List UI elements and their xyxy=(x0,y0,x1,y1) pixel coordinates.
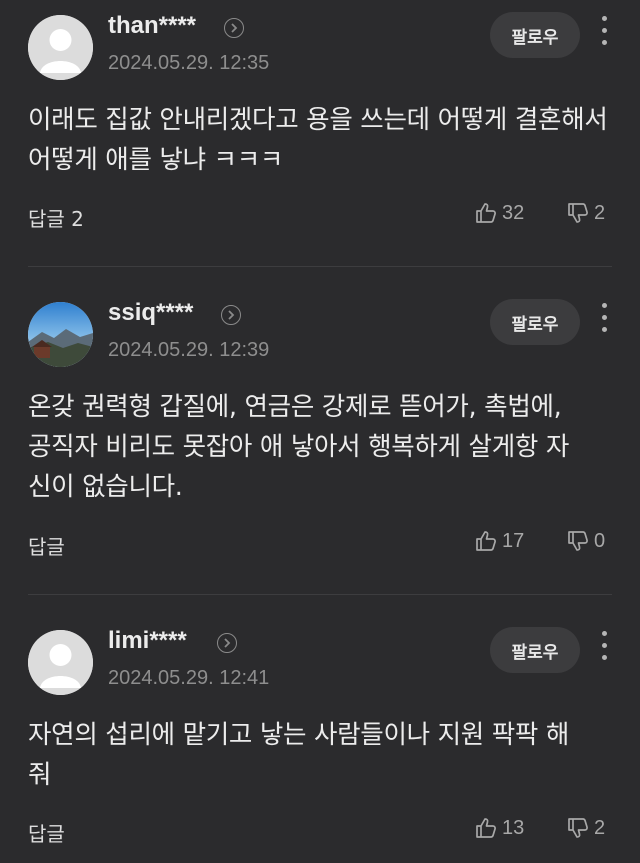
more-options-icon[interactable] xyxy=(596,303,614,337)
like-count: 13 xyxy=(502,816,525,839)
more-options-icon[interactable] xyxy=(596,631,614,665)
comment-text: 온갖 권력형 갑질에, 연금은 강제로 뜯어가, 촉법에, 공직자 비리도 못잡… xyxy=(28,392,570,502)
username[interactable]: limi**** xyxy=(108,627,187,655)
landscape-photo xyxy=(28,302,93,367)
follow-button[interactable]: 팔로우 xyxy=(490,627,580,673)
reply-button[interactable]: 답글 xyxy=(28,531,65,560)
dislike-count: 2 xyxy=(594,201,606,224)
divider xyxy=(28,594,612,595)
avatar[interactable] xyxy=(28,630,93,695)
default-person-icon xyxy=(28,630,93,695)
username[interactable]: ssiq**** xyxy=(108,299,193,327)
comment-text: 이래도 집값 안내리겠다고 용을 쓰는데 어떻게 결혼해서 어떻게 애를 낳냐 … xyxy=(28,105,608,175)
username[interactable]: than**** xyxy=(108,12,196,40)
comment-timestamp: 2024.05.29. 12:35 xyxy=(108,52,270,74)
follow-button[interactable]: 팔로우 xyxy=(490,299,580,345)
thumbs-up-icon xyxy=(476,531,496,551)
reply-button[interactable]: 답글 2 xyxy=(28,203,84,232)
comment-timestamp: 2024.05.29. 12:39 xyxy=(108,339,270,361)
thumbs-down-icon xyxy=(568,531,588,551)
like-count: 32 xyxy=(502,201,525,224)
default-person-icon xyxy=(28,15,93,80)
dislike-count: 0 xyxy=(594,529,606,552)
avatar[interactable] xyxy=(28,15,93,80)
profile-arrow-icon[interactable] xyxy=(217,633,237,653)
profile-arrow-icon[interactable] xyxy=(221,305,241,325)
profile-arrow-icon[interactable] xyxy=(224,18,244,38)
thumbs-up-icon xyxy=(476,203,496,223)
follow-button[interactable]: 팔로우 xyxy=(490,12,580,58)
dislike-count: 2 xyxy=(594,816,606,839)
more-options-icon[interactable] xyxy=(596,16,614,50)
divider xyxy=(28,266,612,267)
dislike-button[interactable]: 2 xyxy=(566,816,605,840)
dislike-button[interactable]: 0 xyxy=(566,529,605,553)
like-button[interactable]: 32 xyxy=(474,201,524,225)
comment-item: than**** 2024.05.29. 12:35 팔로우 이래도 집값 안내… xyxy=(0,0,640,266)
comment-item: limi**** 2024.05.29. 12:41 팔로우 자연의 섭리에 맡… xyxy=(0,615,640,863)
comment-item: ssiq**** 2024.05.29. 12:39 팔로우 온갖 권력형 갑질… xyxy=(0,287,640,593)
comment-text: 자연의 섭리에 맡기고 낳는 사람들이나 지원 팍팍 해줘 xyxy=(28,720,570,790)
like-count: 17 xyxy=(502,529,525,552)
like-button[interactable]: 13 xyxy=(474,816,524,840)
dislike-button[interactable]: 2 xyxy=(566,201,605,225)
like-button[interactable]: 17 xyxy=(474,529,524,553)
comment-timestamp: 2024.05.29. 12:41 xyxy=(108,667,270,689)
avatar[interactable] xyxy=(28,302,93,367)
reply-button[interactable]: 답글 xyxy=(28,818,65,847)
thumbs-down-icon xyxy=(568,203,588,223)
thumbs-up-icon xyxy=(476,818,496,838)
thumbs-down-icon xyxy=(568,818,588,838)
